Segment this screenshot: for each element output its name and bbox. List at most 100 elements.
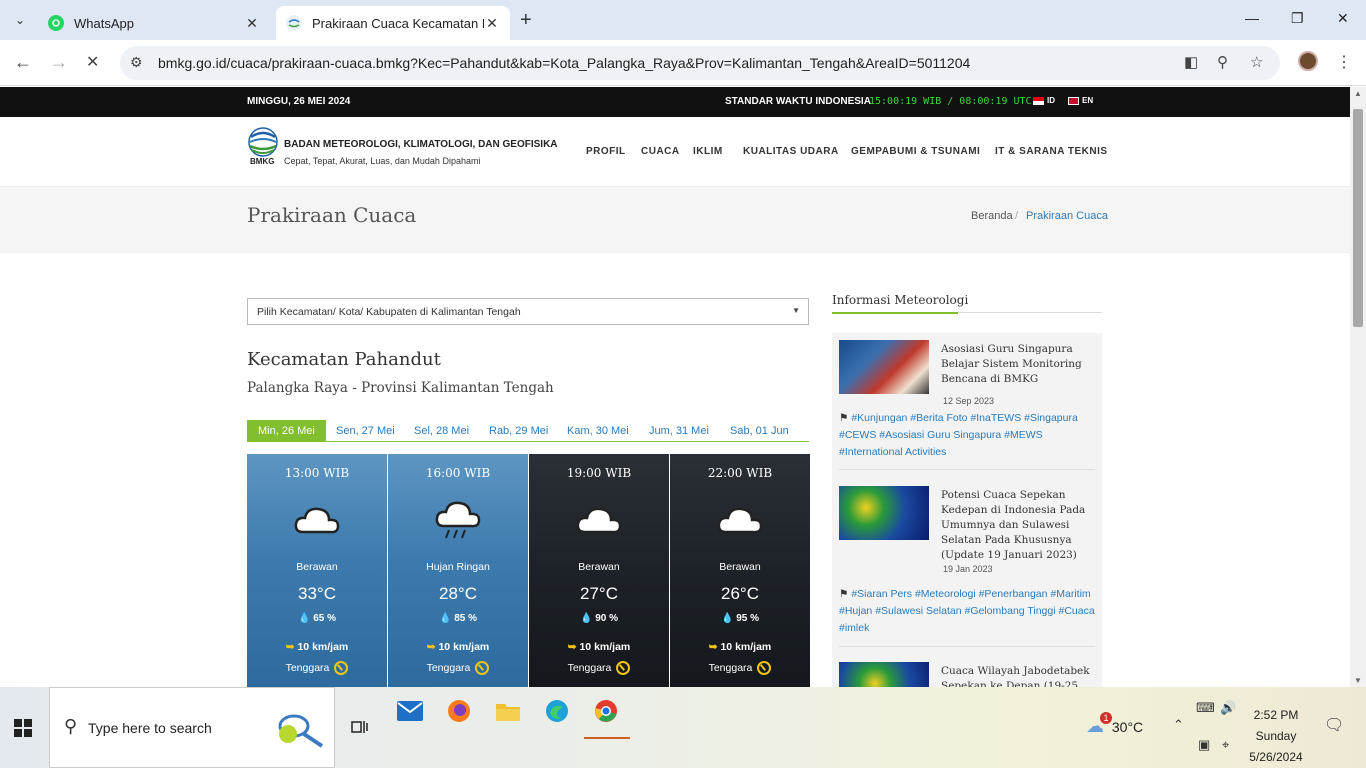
menu-gempabumi[interactable]: GEMPABUMI & TSUNAMI [851, 146, 980, 157]
cloud-icon [294, 507, 340, 534]
file-explorer-icon[interactable] [492, 695, 524, 727]
menu-iklim[interactable]: IKLIM [693, 146, 723, 157]
tab-day-1[interactable]: Sen, 27 Mei [336, 420, 395, 442]
forecast-wind: ➥ 10 km/jam [529, 641, 669, 653]
search-placeholder: Type here to search [88, 720, 212, 736]
forecast-wind: ➥ 10 km/jam [670, 641, 810, 653]
bookmark-star-icon[interactable]: ☆ [1250, 53, 1263, 71]
back-icon[interactable]: ← [14, 52, 32, 73]
tab-day-3[interactable]: Rab, 29 Mei [489, 420, 548, 442]
new-tab-icon[interactable]: + [520, 10, 532, 30]
page-title: Prakiraan Cuaca [247, 203, 417, 227]
humidity-value: 95 % [736, 613, 760, 624]
notification-center-icon[interactable]: 🗨 [1324, 715, 1344, 735]
wind-value: 10 km/jam [297, 641, 349, 653]
url-text[interactable]: bmkg.go.id/cuaca/prakiraan-cuaca.bmkg?Ke… [158, 55, 970, 71]
sidebar-accent-line [832, 312, 958, 314]
windows-start-icon[interactable] [14, 719, 32, 737]
forecast-card: 19:00 WIB Berawan 27°C 💧 90 % ➥ 10 km/ja… [529, 454, 669, 687]
article-item[interactable]: Asosiasi Guru Singapura Belajar Sistem M… [839, 340, 1095, 406]
minimize-icon[interactable]: — [1245, 10, 1259, 26]
close-tab-icon[interactable]: ✕ [484, 15, 500, 32]
breadcrumb-home[interactable]: Beranda [971, 210, 1013, 222]
taskbar-search[interactable]: ⚲ Type here to search [49, 687, 335, 768]
tags-text[interactable]: #Siaran Pers #Meteorologi #Penerbangan #… [839, 588, 1095, 634]
droplet-icon: 💧 [438, 613, 452, 624]
bmkg-favicon-icon [286, 15, 302, 31]
input-indicator-icon[interactable]: ⌨ [1196, 700, 1215, 716]
article-thumbnail[interactable] [839, 340, 929, 394]
bmkg-logo-icon [248, 127, 278, 157]
droplet-icon: 💧 [720, 613, 734, 624]
location-select[interactable]: Pilih Kecamatan/ Kota/ Kabupaten di Kali… [247, 298, 809, 325]
taskbar-clock[interactable]: 2:52 PM Sunday 5/26/2024 [1232, 705, 1320, 768]
forward-icon[interactable]: → [50, 52, 68, 73]
tags-text[interactable]: #Kunjungan #Berita Foto #InaTEWS #Singap… [839, 412, 1078, 458]
tab-whatsapp[interactable]: WhatsApp ✕ [38, 6, 270, 40]
article-date: 19 Jan 2023 [943, 564, 993, 574]
tab-day-0[interactable]: Min, 26 Mei [247, 420, 326, 442]
menu-it-sarana[interactable]: IT & SARANA TEKNIS [995, 146, 1108, 157]
article-thumbnail[interactable] [839, 486, 929, 540]
article-separator [839, 646, 1095, 647]
firefox-icon[interactable] [443, 695, 475, 727]
article-title[interactable]: Asosiasi Guru Singapura Belajar Sistem M… [941, 342, 1091, 387]
edge-icon[interactable] [541, 695, 573, 727]
chrome-icon[interactable] [590, 695, 622, 727]
menu-cuaca[interactable]: CUACA [641, 146, 680, 157]
droplet-icon: 💧 [579, 613, 593, 624]
article-title[interactable]: Potensi Cuaca Sepekan Kedepan di Indones… [941, 488, 1091, 563]
forecast-time: 22:00 WIB [707, 466, 773, 480]
taskbar-weather[interactable]: ☁ 1 30°C [1086, 712, 1143, 737]
show-hidden-icons[interactable]: ⌃ [1173, 717, 1184, 733]
menu-kualitas-udara[interactable]: KUALITAS UDARA [743, 146, 839, 157]
scrollbar-thumb[interactable] [1353, 109, 1363, 327]
scroll-up-icon[interactable]: ▲ [1354, 89, 1362, 98]
browser-menu-icon[interactable]: ⋮ [1336, 52, 1352, 72]
lang-en-link[interactable]: EN [1068, 96, 1093, 105]
close-window-icon[interactable]: ✕ [1337, 10, 1349, 27]
wind-icon: ➥ [708, 641, 718, 653]
scroll-down-icon[interactable]: ▼ [1354, 676, 1362, 685]
tab-day-2[interactable]: Sel, 28 Mei [414, 420, 469, 442]
day-tabs: Min, 26 Mei Sen, 27 Mei Sel, 28 Mei Rab,… [247, 420, 809, 442]
article-tags[interactable]: ⚑ #Siaran Pers #Meteorologi #Penerbangan… [839, 586, 1095, 637]
web-page: MINGGU, 26 MEI 2024 STANDAR WAKTU INDONE… [0, 87, 1350, 687]
forecast-condition: Berawan [578, 561, 620, 573]
tab-day-5[interactable]: Jum, 31 Mei [649, 420, 709, 442]
forecast-cards: 13:00 WIB Berawan 33°C 💧 65 % ➥ 10 km/ja… [247, 454, 810, 687]
article-item[interactable]: Cuaca Wilayah Jabodetabek Sepekan ke Dep… [839, 662, 1095, 687]
tab-day-6[interactable]: Sab, 01 Jun [730, 420, 789, 442]
article-thumbnail[interactable] [839, 662, 929, 687]
top-info-strip: MINGGU, 26 MEI 2024 STANDAR WAKTU INDONE… [0, 87, 1350, 117]
menu-profil[interactable]: PROFIL [586, 146, 626, 157]
tab-prakiraan-cuaca[interactable]: Prakiraan Cuaca Kecamatan Pah ✕ [276, 6, 510, 40]
site-info-icon[interactable]: ⚙ [130, 54, 143, 71]
zoom-icon[interactable]: ⚲ [1217, 53, 1228, 71]
mail-app-icon[interactable] [394, 695, 426, 727]
tab-day-4[interactable]: Kam, 30 Mei [567, 420, 629, 442]
close-tab-icon[interactable]: ✕ [244, 15, 260, 32]
restore-icon[interactable]: ❐ [1291, 10, 1304, 27]
tab-search-chevron-icon[interactable]: ⌄ [10, 10, 30, 30]
article-item[interactable]: Potensi Cuaca Sepekan Kedepan di Indones… [839, 486, 1095, 576]
humidity-value: 90 % [595, 613, 619, 624]
translate-icon[interactable]: ◧ [1184, 53, 1198, 71]
article-title[interactable]: Cuaca Wilayah Jabodetabek Sepekan ke Dep… [941, 664, 1091, 687]
droplet-icon: 💧 [297, 613, 311, 624]
task-view-icon[interactable] [344, 711, 376, 743]
forecast-wind: ➥ 10 km/jam [247, 641, 387, 653]
bmkg-logo[interactable]: BMKG [247, 127, 279, 167]
meet-icon[interactable]: ▣ [1198, 737, 1210, 753]
article-tags[interactable]: ⚑ #Kunjungan #Berita Foto #InaTEWS #Sing… [839, 410, 1095, 461]
stop-loading-icon[interactable]: ✕ [86, 52, 99, 72]
url-field[interactable]: ⚙ bmkg.go.id/cuaca/prakiraan-cuaca.bmkg?… [120, 46, 1280, 80]
network-icon[interactable]: ⌖ [1222, 737, 1229, 753]
lang-id-link[interactable]: ID [1033, 96, 1055, 105]
page-scrollbar[interactable]: ▲ ▼ [1350, 87, 1366, 687]
uk-flag-icon [1068, 96, 1079, 105]
forecast-time: 13:00 WIB [284, 466, 350, 480]
wind-icon: ➥ [567, 641, 577, 653]
profile-avatar[interactable] [1298, 51, 1318, 71]
forecast-humidity: 💧 85 % [388, 613, 528, 624]
